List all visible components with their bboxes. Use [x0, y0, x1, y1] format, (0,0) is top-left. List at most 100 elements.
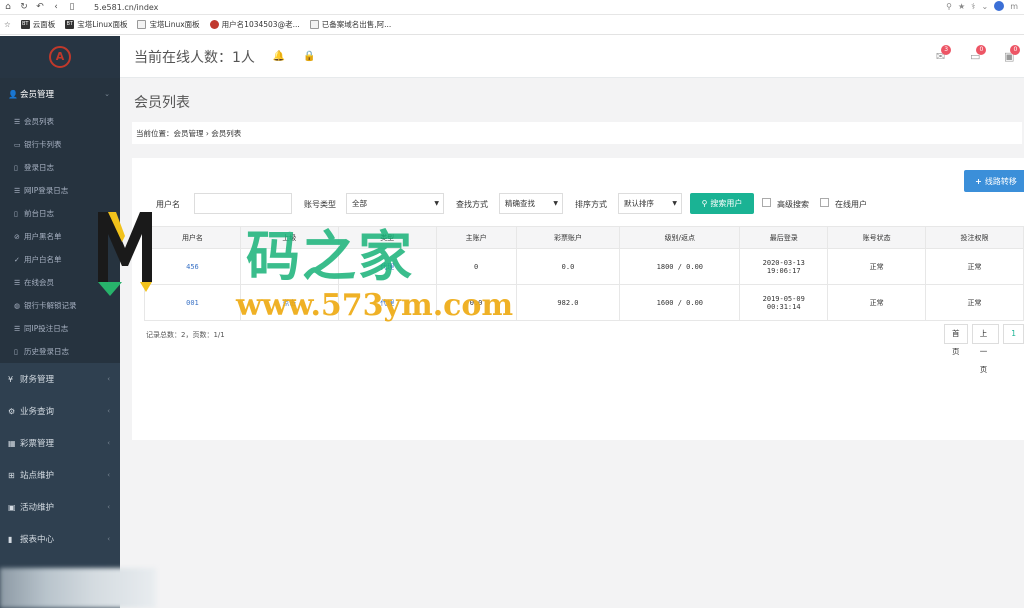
sidebar-item-history-login-log[interactable]: ▯ 历史登录日志: [0, 340, 120, 363]
column-header[interactable]: 上级: [239, 226, 339, 249]
column-header[interactable]: 级别/返点: [619, 226, 741, 249]
search-icon: ⚲: [701, 199, 708, 208]
folder-icon[interactable]: ▣ 0: [1004, 45, 1021, 63]
chevron-left-icon: ‹: [107, 375, 110, 383]
notification-badge: 0: [976, 45, 987, 55]
sort-value: 默认排序: [624, 199, 654, 208]
prev-page-button[interactable]: 上一页: [971, 324, 1000, 374]
chevron-left-icon: ‹: [107, 503, 110, 511]
bookmark-label: 宝塔Linux面板: [149, 20, 200, 29]
sidebar-item-frontend-log[interactable]: ▯ 前台日志: [0, 202, 120, 225]
back-icon[interactable]: ‹: [48, 2, 64, 12]
reload-icon[interactable]: ↻: [16, 2, 32, 12]
sidebar-item-label: 同IP投注日志: [24, 324, 69, 333]
advanced-search-checkbox[interactable]: [762, 198, 771, 207]
logo-emblem-icon: A: [49, 46, 71, 68]
bookmark-label: 云面板: [32, 20, 56, 29]
sidebar-group-lottery[interactable]: ▦ 彩票管理 ‹: [0, 427, 120, 459]
bt-icon: BT: [20, 20, 30, 29]
type-cell[interactable]: 代理: [337, 284, 437, 321]
sidebar-item-label: 网IP登录日志: [24, 186, 69, 195]
column-header[interactable]: 用户名: [144, 226, 241, 249]
column-header[interactable]: 彩票账户: [515, 226, 621, 249]
column-header[interactable]: 账号状态: [827, 226, 927, 249]
sidebar-item-bank-card-list[interactable]: ▭ 银行卡列表: [0, 133, 120, 156]
username-cell[interactable]: 001: [144, 284, 241, 321]
sidebar: A 👤 会员管理 ⌄ ☰ 会员列表 ▭ 银行卡列表 ▯ 登录日志 ☰ 网IP登录日志 ▯…: [0, 36, 120, 608]
search-mode-select[interactable]: 精确查找 ▼: [499, 193, 563, 214]
type-cell[interactable]: 代理: [337, 248, 437, 285]
search-users-button[interactable]: ⚲ 搜索用户: [690, 193, 754, 214]
bookmark-item[interactable]: 用户名1034503@老...: [209, 19, 300, 30]
search-mode-label: 查找方式: [456, 200, 488, 209]
bell-icon[interactable]: 🔔: [273, 51, 285, 62]
parent-cell[interactable]: [239, 248, 339, 285]
sidebar-group-site-maintenance[interactable]: ⊞ 站点维护 ‹: [0, 459, 120, 491]
sidebar-group-label: 活动维护: [20, 503, 55, 513]
sidebar-group-member[interactable]: 👤 会员管理 ⌄: [0, 78, 120, 110]
sidebar-item-whitelist[interactable]: ✓ 用户白名单: [0, 248, 120, 271]
address-bar[interactable]: 5.e581.cn/index: [94, 3, 158, 12]
sidebar-item-login-log[interactable]: ▯ 登录日志: [0, 156, 120, 179]
bookmark-item[interactable]: BT 云面板: [20, 19, 56, 30]
sidebar-item-same-ip-bet-log[interactable]: ☰ 同IP投注日志: [0, 317, 120, 340]
online-users-checkbox[interactable]: [820, 198, 829, 207]
main-account-cell: 0.0: [435, 284, 517, 321]
transfer-line-button[interactable]: + 线路转移: [964, 170, 1024, 192]
column-header[interactable]: 主账户: [435, 226, 517, 249]
top-header: 当前在线人数：1人 🔔 🔒 ✉ 3 ▭ 0 ▣ 0: [120, 36, 1024, 78]
list-icon: ☰: [14, 278, 21, 287]
user-icon: 👤: [8, 89, 18, 99]
bookmark-item[interactable]: 宝塔Linux面板: [137, 19, 200, 30]
logo: A: [0, 36, 120, 78]
main-account-cell: 0: [435, 248, 517, 285]
column-header[interactable]: 类型: [337, 226, 437, 249]
extension-icon[interactable]: ⚕: [971, 2, 975, 11]
file-icon: ▯: [14, 163, 18, 172]
dropdown-icon[interactable]: ⌄: [982, 2, 989, 11]
lock-icon[interactable]: 🔒: [303, 51, 315, 62]
grid-icon: ▦: [8, 438, 16, 448]
column-header[interactable]: 最后登录: [739, 226, 829, 249]
sidebar-group-reports[interactable]: ▮ 报表中心 ‹: [0, 523, 120, 555]
sidebar-group-business-query[interactable]: ⚙ 业务查询 ‹: [0, 395, 120, 427]
sitemap-icon: ⊞: [8, 470, 15, 480]
chevron-left-icon: ‹: [107, 439, 110, 447]
profile-avatar[interactable]: [994, 1, 1005, 11]
gear-icon: ⚙: [8, 406, 16, 416]
sidebar-group-finance[interactable]: ¥ 财务管理 ‹: [0, 363, 120, 395]
sidebar-item-label: 前台日志: [24, 209, 54, 218]
parent-cell[interactable]: 点击: [239, 284, 339, 321]
bookmark-star-icon[interactable]: ☆: [4, 20, 11, 29]
undo-icon[interactable]: ↶: [32, 2, 48, 12]
username-cell[interactable]: 456: [144, 248, 241, 285]
sidebar-item-member-list[interactable]: ☰ 会员列表: [0, 110, 120, 133]
account-type-select[interactable]: 全部 ▼: [346, 193, 444, 214]
lottery-account-cell: 982.0: [515, 284, 621, 321]
sidebar-item-label: 用户白名单: [24, 255, 62, 264]
sidebar-group-activity[interactable]: ▣ 活动维护 ‹: [0, 491, 120, 523]
home-icon[interactable]: ⌂: [0, 2, 16, 12]
pin-icon[interactable]: ⚲: [946, 2, 952, 11]
sidebar-item-card-unlock-log[interactable]: ◍ 银行卡解锁记录: [0, 294, 120, 317]
star-icon[interactable]: ★: [958, 2, 965, 11]
sidebar-item-blacklist[interactable]: ⊘ 用户黑名单: [0, 225, 120, 248]
permission-cell: 正常: [925, 248, 1024, 285]
username-input[interactable]: [194, 193, 292, 214]
table-row: 001 点击 代理 0.0 982.0 1600 / 0.00 2019-05-…: [144, 284, 1024, 321]
page-number-button[interactable]: 1: [1003, 324, 1024, 344]
inbox-icon[interactable]: ▭ 0: [970, 45, 987, 63]
sidebar-item-online-members[interactable]: ☰ 在线会员: [0, 271, 120, 294]
sidebar-item-ip-login-log[interactable]: ☰ 网IP登录日志: [0, 179, 120, 202]
sort-select[interactable]: 默认排序 ▼: [618, 193, 682, 214]
bookmark-item[interactable]: 已备案域名出售,阿...: [309, 19, 391, 30]
column-header[interactable]: 投注权限: [925, 226, 1024, 249]
record-summary: 记录总数：2，页数：1/1: [146, 331, 225, 339]
mail-icon[interactable]: ✉ 3: [936, 45, 952, 63]
sidebar-submenu: ☰ 会员列表 ▭ 银行卡列表 ▯ 登录日志 ☰ 网IP登录日志 ▯ 前台日志 ⊘ 用户黑名单…: [0, 110, 120, 363]
check-icon: ✓: [14, 255, 20, 264]
plus-icon: +: [975, 176, 982, 186]
bookmark-item[interactable]: BT 宝塔Linux面板: [65, 19, 127, 30]
main-content: 会员列表 当前位置：会员管理 › 会员列表 + 线路转移 用户名 账号类型 全部…: [120, 78, 1024, 608]
first-page-button[interactable]: 首页: [944, 324, 968, 356]
